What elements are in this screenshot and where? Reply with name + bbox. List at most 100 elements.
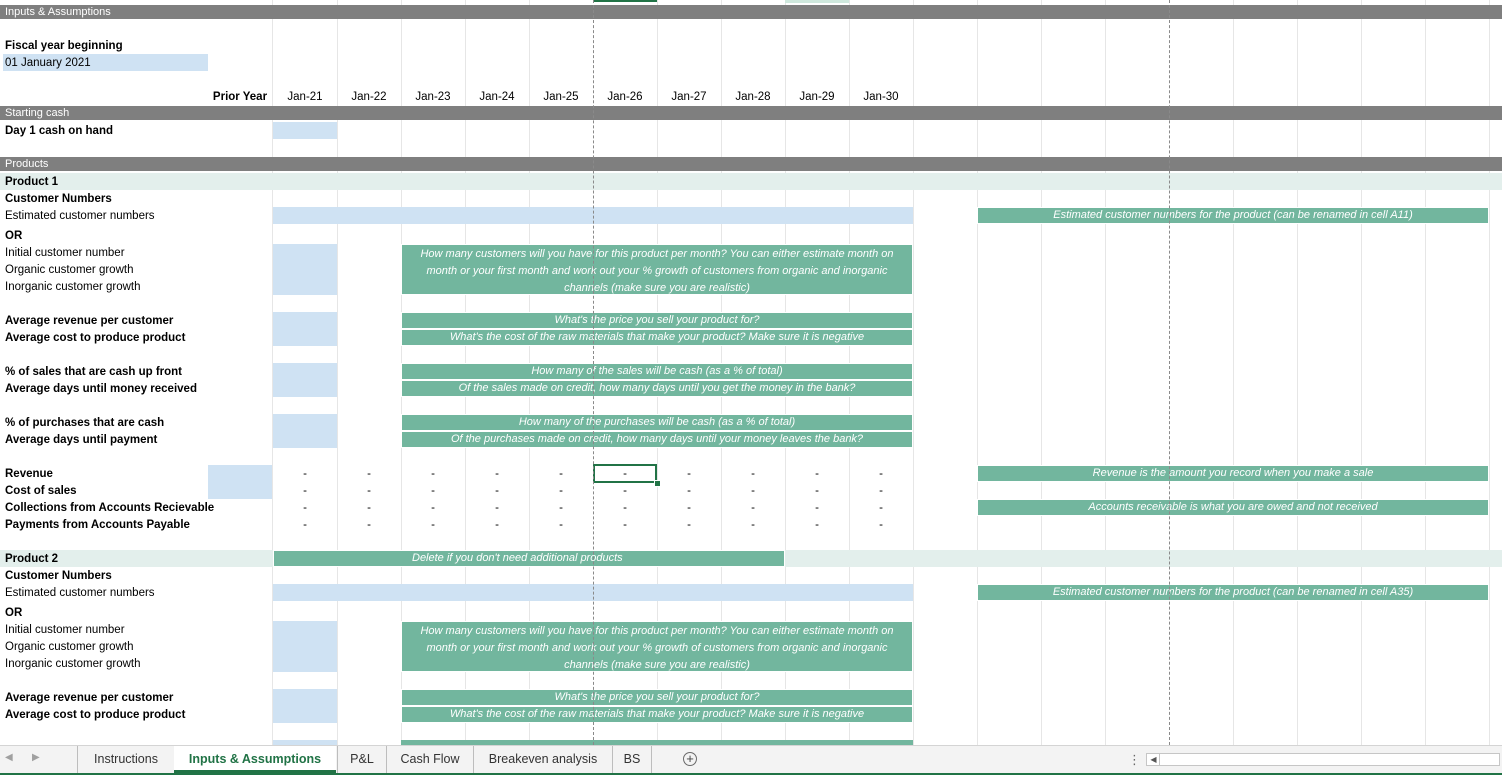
calculated-cell[interactable]: - xyxy=(337,500,401,517)
calculated-cell[interactable]: - xyxy=(849,500,913,517)
scroll-right-icon[interactable]: ▶ xyxy=(32,752,40,763)
p2-arpc-label: Average revenue per customer xyxy=(5,692,174,704)
calculated-cell[interactable]: - xyxy=(785,517,849,534)
header-year: Jan-22 xyxy=(351,91,387,103)
calculated-cell[interactable]: - xyxy=(337,483,401,500)
calculated-cell[interactable]: - xyxy=(401,483,465,500)
calculated-cell[interactable]: - xyxy=(785,483,849,500)
calculated-cell[interactable]: - xyxy=(849,483,913,500)
p2-estimated-label: Estimated customer numbers xyxy=(5,587,155,599)
calculated-cell[interactable]: - xyxy=(465,517,529,534)
scroll-left-icon[interactable]: ◀ xyxy=(5,752,13,763)
fiscal-year-value: 01 January 2021 xyxy=(5,57,91,69)
p2-cost-note: What's the cost of the raw materials tha… xyxy=(401,706,913,723)
p1-cost-label: Average cost to produce product xyxy=(5,332,186,344)
day1-cash-label: Day 1 cash on hand xyxy=(5,125,114,137)
calculated-cell[interactable]: - xyxy=(273,466,337,483)
calculated-cell[interactable]: - xyxy=(273,517,337,534)
calculated-cell[interactable]: - xyxy=(337,466,401,483)
p1-sales-inputs[interactable] xyxy=(273,363,337,397)
p2-inorganic-label: Inorganic customer growth xyxy=(5,658,141,670)
p1-cost-of-sales-label: Cost of sales xyxy=(5,485,77,497)
tab-breakeven[interactable]: Breakeven analysis xyxy=(473,746,612,773)
tab-pl[interactable]: P&L xyxy=(337,746,386,773)
p1-purch-cash-note: How many of the purchases will be cash (… xyxy=(401,414,913,431)
calculated-cell[interactable]: - xyxy=(273,500,337,517)
spreadsheet-grid[interactable]: Inputs & Assumptions Fiscal year beginni… xyxy=(0,0,1502,745)
selected-column-marker xyxy=(593,0,657,2)
calculated-cell[interactable]: - xyxy=(785,466,849,483)
calculated-cell[interactable]: - xyxy=(721,500,785,517)
p1-customer-inputs[interactable] xyxy=(273,244,337,295)
header-year: Jan-24 xyxy=(479,91,515,103)
page-break-line xyxy=(1169,0,1170,745)
calculated-cell[interactable]: - xyxy=(721,517,785,534)
section-header: Inputs & Assumptions xyxy=(0,5,1502,19)
header-year: Jan-25 xyxy=(543,91,579,103)
calculated-cell[interactable]: - xyxy=(529,466,593,483)
calculated-cell[interactable]: - xyxy=(785,500,849,517)
p1-purch-credit-note: Of the purchases made on credit, how man… xyxy=(401,431,913,448)
p1-price-cost-inputs[interactable] xyxy=(273,312,337,346)
p2-customers-note: How many customers will you have for thi… xyxy=(401,621,913,672)
day1-cash-input[interactable] xyxy=(273,122,337,139)
column-highlight xyxy=(785,0,849,3)
tab-cash-flow[interactable]: Cash Flow xyxy=(386,746,473,773)
add-sheet-icon[interactable]: + xyxy=(683,752,697,766)
calculated-cell[interactable]: - xyxy=(657,500,721,517)
p2-customer-numbers: Customer Numbers xyxy=(5,570,112,582)
header-year: Jan-27 xyxy=(671,91,707,103)
header-year: Jan-29 xyxy=(799,91,835,103)
tab-instructions[interactable]: Instructions xyxy=(77,746,174,773)
p1-estimated-label: Estimated customer numbers xyxy=(5,210,155,222)
tab-bs[interactable]: BS xyxy=(612,746,652,773)
calculated-cell[interactable]: - xyxy=(849,466,913,483)
calculated-cell[interactable]: - xyxy=(849,517,913,534)
calculated-cell[interactable]: - xyxy=(401,517,465,534)
calculated-cell[interactable]: - xyxy=(529,517,593,534)
p1-purch-cash-label: % of purchases that are cash xyxy=(5,417,165,429)
calculated-cell[interactable]: - xyxy=(401,500,465,517)
scrollbar-left-icon[interactable]: ◀ xyxy=(1148,754,1160,765)
horizontal-scrollbar[interactable]: ◀ xyxy=(1146,753,1500,766)
calculated-cell[interactable]: - xyxy=(593,500,657,517)
calculated-cell[interactable]: - xyxy=(401,466,465,483)
calculated-cell[interactable]: - xyxy=(529,500,593,517)
calculated-cell[interactable]: - xyxy=(593,517,657,534)
more-options-icon[interactable]: ⋮ xyxy=(1128,752,1141,768)
calculated-cell[interactable]: - xyxy=(337,517,401,534)
p1-estimated-note: Estimated customer numbers for the produ… xyxy=(977,207,1489,224)
calculated-cell[interactable]: - xyxy=(721,483,785,500)
calculated-cell[interactable]: - xyxy=(465,500,529,517)
p1-prior-year-input[interactable] xyxy=(208,465,272,499)
header-year: Jan-28 xyxy=(735,91,771,103)
calculated-cell[interactable]: - xyxy=(657,466,721,483)
p1-days-money-label: Average days until money received xyxy=(5,383,197,395)
calculated-cell[interactable]: - xyxy=(657,517,721,534)
p1-price-note: What's the price you sell your product f… xyxy=(401,312,913,329)
p1-revenue-label: Revenue xyxy=(5,468,53,480)
calculated-cell[interactable]: - xyxy=(465,483,529,500)
fill-handle[interactable] xyxy=(654,480,661,487)
p1-ar-note: Accounts receivable is what you are owed… xyxy=(977,499,1489,516)
header-prior-year: Prior Year xyxy=(212,91,268,103)
p1-purchase-inputs[interactable] xyxy=(273,414,337,448)
tab-inputs-assumptions[interactable]: Inputs & Assumptions xyxy=(174,746,336,773)
sheet-tab-bar: ◀ ▶ Instructions Inputs & Assumptions P&… xyxy=(0,745,1502,775)
calculated-cell[interactable]: - xyxy=(593,483,657,500)
p2-initial-label: Initial customer number xyxy=(5,624,125,636)
selected-cell[interactable] xyxy=(593,464,657,483)
calculated-cell[interactable]: - xyxy=(721,466,785,483)
p2-price-note: What's the price you sell your product f… xyxy=(401,689,913,706)
calculated-cell[interactable]: - xyxy=(273,483,337,500)
page-break-line xyxy=(593,0,594,745)
p2-price-cost-inputs[interactable] xyxy=(273,689,337,723)
p2-customer-inputs[interactable] xyxy=(273,621,337,672)
calculated-cell[interactable]: - xyxy=(465,466,529,483)
p1-cash-upfront-label: % of sales that are cash up front xyxy=(5,366,183,378)
calculated-cell[interactable]: - xyxy=(529,483,593,500)
starting-cash-band: Starting cash xyxy=(0,106,1502,120)
p1-sales-credit-note: Of the sales made on credit, how many da… xyxy=(401,380,913,397)
calculated-cell[interactable]: - xyxy=(657,483,721,500)
header-year: Jan-30 xyxy=(863,91,899,103)
